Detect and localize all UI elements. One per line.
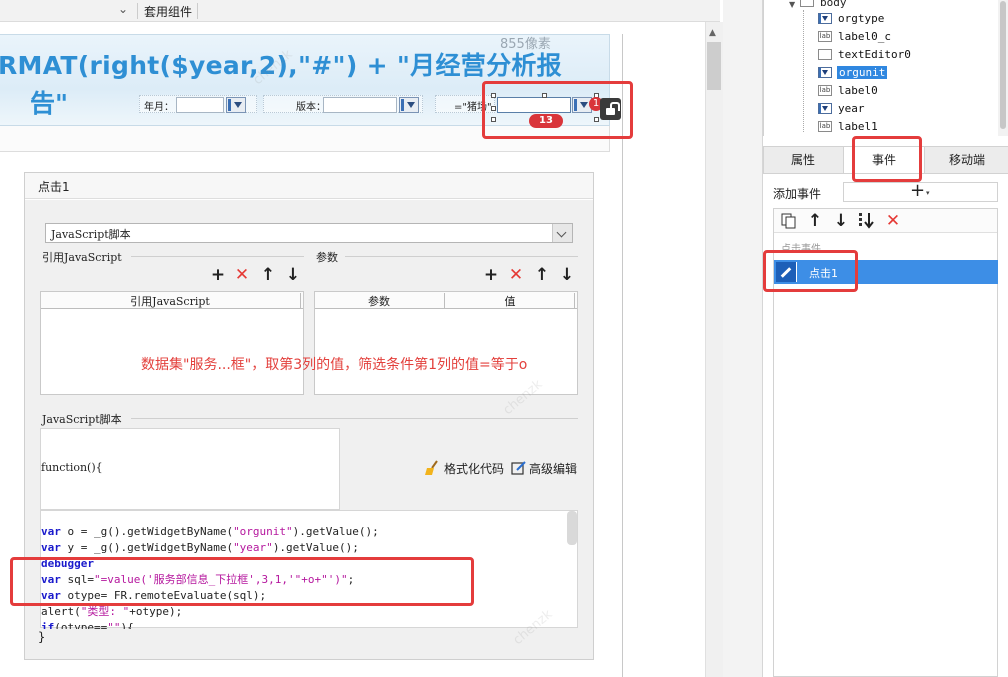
- move-down-icon[interactable]: ↓: [285, 267, 301, 284]
- advanced-edit-button[interactable]: 高级编辑: [529, 460, 577, 477]
- script-type-value: JavaScript脚本: [51, 228, 131, 241]
- section-divider: [131, 256, 304, 257]
- tree-root-label[interactable]: body: [820, 0, 847, 9]
- highlight-box-events-tab: [852, 136, 922, 182]
- tree-item-label: year: [838, 102, 865, 115]
- tree-scrollbar-thumb[interactable]: [1000, 1, 1006, 129]
- version-input[interactable]: [323, 97, 397, 113]
- report-title-line2: 告": [30, 89, 69, 118]
- tree-item-label: textEditor0: [838, 48, 911, 61]
- canvas-vertical-scrollbar[interactable]: [705, 22, 723, 677]
- toolbar-separator: [137, 3, 138, 19]
- move-down-icon[interactable]: ↓: [559, 267, 575, 284]
- year-month-label: 年月：: [144, 102, 174, 113]
- broom-icon[interactable]: [424, 460, 442, 476]
- panel-splitter[interactable]: [723, 0, 763, 677]
- chevron-down-icon[interactable]: ⌄: [118, 2, 128, 16]
- move-up-icon[interactable]: ↑: [534, 267, 550, 284]
- code-scrollbar-thumb[interactable]: [567, 511, 577, 545]
- toolbar-separator: [197, 3, 198, 19]
- move-to-bottom-icon[interactable]: [858, 212, 876, 230]
- add-event-label: 添加事件: [773, 187, 822, 201]
- label-icon: lab: [818, 85, 832, 96]
- add-icon[interactable]: +: [210, 267, 226, 284]
- combobox-icon: [818, 67, 832, 78]
- param-column-header[interactable]: 参数: [315, 293, 443, 309]
- dropdown-caret-icon[interactable]: ▾: [926, 189, 930, 197]
- column-divider: [300, 293, 301, 308]
- copy-icon[interactable]: [781, 213, 797, 229]
- tab-properties[interactable]: 属性: [764, 147, 842, 173]
- year-month-input[interactable]: [176, 97, 224, 113]
- move-down-icon[interactable]: ↓: [833, 213, 849, 230]
- tree-item-label: label1: [838, 120, 878, 133]
- apply-component-tab[interactable]: 套用组件: [144, 3, 192, 20]
- highlight-box-sql: [10, 557, 474, 606]
- version-dropdown-icon[interactable]: [399, 97, 419, 113]
- tree-item-label-selected: orgunit: [837, 66, 888, 79]
- tree-item-label: label0: [838, 84, 878, 97]
- ref-js-column-header[interactable]: 引用JavaScript: [41, 293, 299, 309]
- tree-guide-line: [803, 10, 804, 132]
- tree-item-label: label0_c: [838, 30, 891, 43]
- format-code-button[interactable]: 格式化代码: [444, 460, 504, 477]
- ref-js-section-title: 引用JavaScript: [42, 251, 122, 264]
- column-divider: [574, 293, 575, 308]
- dialog-title: 点击1: [38, 180, 70, 194]
- column-divider: [444, 293, 445, 308]
- section-divider: [131, 418, 578, 419]
- value-column-header[interactable]: 值: [446, 293, 574, 309]
- label-icon: lab: [818, 31, 832, 42]
- add-icon[interactable]: +: [910, 181, 925, 201]
- edit-icon[interactable]: [511, 460, 527, 476]
- tree-item-label: orgtype: [838, 12, 885, 25]
- container-icon: [800, 0, 814, 7]
- section-divider: [345, 256, 578, 257]
- highlight-box-event-item: [763, 250, 858, 292]
- label-icon: lab: [818, 121, 832, 132]
- scroll-up-arrow-icon[interactable]: ▲: [709, 28, 716, 38]
- top-toolbar: [0, 0, 720, 22]
- text-editor-icon: [818, 49, 832, 60]
- version-label: 版本：: [296, 102, 326, 113]
- js-section-title: JavaScript脚本: [42, 413, 122, 426]
- function-signature: function(){: [41, 461, 103, 474]
- closing-brace: }: [38, 630, 46, 644]
- scrollbar-thumb[interactable]: [707, 42, 721, 90]
- combobox-icon: [818, 13, 832, 24]
- combobox-icon: [818, 103, 832, 114]
- dialog-header: [25, 173, 593, 199]
- code-line: alert("类型: "+otype);: [41, 605, 183, 618]
- delete-icon[interactable]: ✕: [234, 267, 250, 284]
- tab-mobile[interactable]: 移动端: [926, 147, 1008, 173]
- annotation-note: 数据集"服务...框"，取第3列的值，筛选条件第1列的值=等于o: [141, 357, 528, 373]
- move-up-icon[interactable]: ↑: [807, 213, 823, 230]
- code-line: var o = _g().getWidgetByName("orgunit").…: [41, 525, 379, 538]
- add-icon[interactable]: +: [483, 267, 499, 284]
- move-up-icon[interactable]: ↑: [260, 267, 276, 284]
- params-section-title: 参数: [316, 251, 338, 264]
- year-month-dropdown-icon[interactable]: [226, 97, 246, 113]
- chevron-down-icon[interactable]: [552, 224, 572, 242]
- code-line: if(otype==""){: [41, 621, 134, 629]
- delete-icon[interactable]: ✕: [885, 213, 901, 230]
- code-line: var y = _g().getWidgetByName("year").get…: [41, 541, 359, 554]
- highlight-box-widget: [482, 81, 633, 139]
- collapse-arrow-icon[interactable]: ▼: [789, 0, 795, 9]
- delete-icon[interactable]: ✕: [508, 267, 524, 284]
